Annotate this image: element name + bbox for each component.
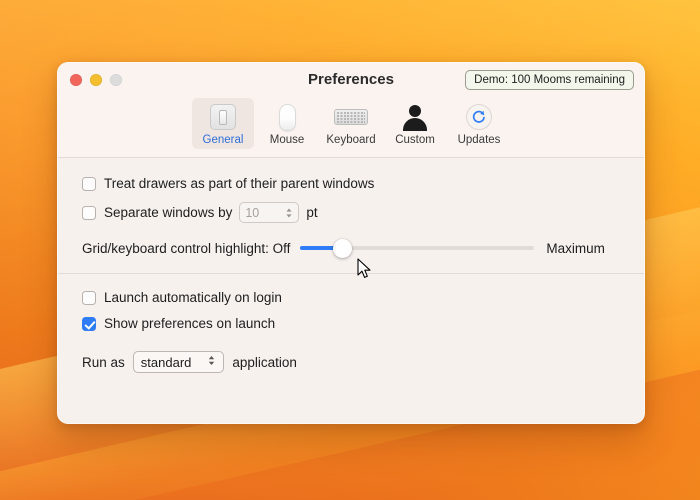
launch-options-section: Launch automatically on login Show prefe… — [58, 274, 644, 373]
separate-windows-unit: pt — [306, 205, 318, 220]
window-behavior-section: Treat drawers as part of their parent wi… — [58, 158, 644, 274]
general-window-icon — [210, 102, 236, 132]
tab-general[interactable]: General — [192, 98, 254, 149]
launch-on-login-label: Launch automatically on login — [104, 290, 282, 305]
treat-drawers-row[interactable]: Treat drawers as part of their parent wi… — [58, 176, 644, 191]
separate-windows-label: Separate windows by — [104, 205, 233, 220]
keyboard-icon — [334, 102, 368, 132]
toolbar: General Mouse Keyboard Custom Updates — [58, 97, 644, 158]
separate-windows-stepper[interactable]: 10 — [239, 202, 300, 223]
highlight-row: Grid/keyboard control highlight: Off Max… — [58, 238, 644, 258]
separate-windows-row[interactable]: Separate windows by 10 pt — [58, 202, 644, 223]
refresh-icon — [466, 102, 492, 132]
highlight-slider[interactable] — [300, 238, 535, 258]
highlight-max-label: Maximum — [546, 240, 605, 256]
highlight-label: Grid/keyboard control highlight: Off — [82, 240, 291, 256]
show-prefs-label: Show preferences on launch — [104, 316, 276, 331]
tab-general-label: General — [202, 134, 244, 146]
tab-custom[interactable]: Custom — [384, 98, 446, 149]
tab-mouse[interactable]: Mouse — [256, 98, 318, 149]
tab-mouse-label: Mouse — [269, 134, 305, 146]
tab-custom-label: Custom — [395, 134, 435, 146]
run-as-suffix-label: application — [232, 354, 297, 370]
launch-on-login-checkbox[interactable] — [82, 290, 96, 305]
mouse-icon — [278, 102, 296, 132]
tab-keyboard[interactable]: Keyboard — [320, 98, 382, 149]
separate-windows-value: 10 — [245, 205, 260, 220]
slider-knob[interactable] — [333, 238, 353, 258]
run-as-popup-button[interactable]: standard — [132, 351, 225, 373]
tab-keyboard-label: Keyboard — [326, 134, 376, 146]
tab-updates-label: Updates — [457, 134, 501, 146]
run-as-value: standard — [140, 354, 192, 370]
title-bar: Preferences Demo: 100 Mooms remaining — [58, 63, 644, 97]
preferences-window: Preferences Demo: 100 Mooms remaining Ge… — [57, 62, 645, 424]
treat-drawers-label: Treat drawers as part of their parent wi… — [104, 176, 375, 191]
demo-status-badge: Demo: 100 Mooms remaining — [465, 70, 634, 90]
launch-on-login-row[interactable]: Launch automatically on login — [58, 290, 644, 305]
run-as-row: Run as standard application — [58, 351, 644, 373]
treat-drawers-checkbox[interactable] — [82, 176, 96, 191]
show-prefs-row[interactable]: Show preferences on launch — [58, 316, 644, 331]
show-prefs-checkbox[interactable] — [82, 316, 96, 331]
chevron-up-down-icon[interactable] — [285, 207, 293, 219]
run-as-prefix-label: Run as — [82, 354, 125, 370]
person-icon — [402, 102, 428, 132]
separate-windows-checkbox[interactable] — [82, 205, 96, 220]
tab-updates[interactable]: Updates — [448, 98, 510, 149]
chevron-up-down-icon — [207, 354, 216, 370]
